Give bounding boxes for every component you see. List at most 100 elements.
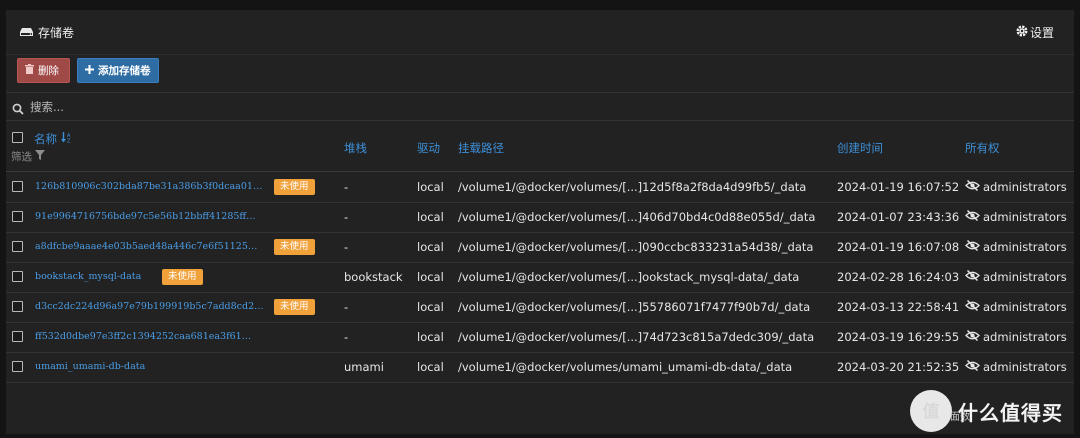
table-row: 126b810906c302bda87be31a386b3f0dcaa01… 未使… bbox=[6, 172, 1074, 203]
volume-name-link[interactable]: 126b810906c302bda87be31a386b3f0dcaa01… bbox=[35, 181, 262, 192]
owner-label: administrators bbox=[983, 300, 1067, 314]
cell-stack: - bbox=[344, 300, 349, 314]
column-created-header[interactable]: 创建时间 bbox=[837, 140, 883, 156]
delete-button[interactable]: 删除 bbox=[17, 58, 70, 83]
cell-owner: administrators bbox=[965, 269, 1067, 284]
settings-button[interactable]: 设置 bbox=[1016, 24, 1054, 41]
cell-mount: /volume1/@docker/volumes/[...]406d70bd4c… bbox=[458, 210, 816, 224]
row-checkbox[interactable] bbox=[12, 331, 23, 342]
cell-mount: /volume1/@docker/volumes/[...]12d5f8a2f8… bbox=[458, 180, 807, 194]
table-row: 91e9964716756bde97c5e56b12bbff41285ff… - l… bbox=[6, 202, 1074, 233]
cell-mount: /volume1/@docker/volumes/umami_umami-db-… bbox=[458, 360, 793, 374]
cell-created: 2024-03-19 16:29:55 bbox=[837, 330, 960, 344]
owner-label: administrators bbox=[983, 360, 1067, 374]
volume-name-link[interactable]: bookstack_mysql-data bbox=[35, 271, 141, 282]
cell-driver: local bbox=[417, 210, 444, 224]
eye-slash-icon bbox=[965, 269, 980, 284]
owner-label: administrators bbox=[983, 180, 1067, 194]
plus-icon bbox=[85, 64, 94, 77]
column-stack-header[interactable]: 堆栈 bbox=[344, 140, 367, 156]
cell-mount: /volume1/@docker/volumes/[...]ookstack_m… bbox=[458, 270, 800, 284]
svg-text:Z: Z bbox=[67, 139, 71, 144]
cell-stack: umami bbox=[344, 360, 384, 374]
watermark-text: 什么值得买 bbox=[958, 400, 1063, 425]
filter-button[interactable]: 筛选 bbox=[11, 149, 45, 164]
add-volume-label: 添加存储卷 bbox=[98, 65, 151, 77]
sort-alpha-icon: AZ bbox=[61, 132, 72, 146]
watermark: 值 什么值得买 bbox=[910, 384, 1080, 438]
eye-slash-icon bbox=[965, 329, 980, 344]
filter-icon bbox=[35, 150, 45, 163]
gear-icon bbox=[1016, 25, 1028, 40]
table-row: umami_umami-db-data umami local/volume1/@d… bbox=[6, 352, 1074, 383]
column-name-header[interactable]: 名称 AZ bbox=[34, 131, 72, 147]
row-checkbox[interactable] bbox=[12, 211, 23, 222]
eye-slash-icon bbox=[965, 239, 980, 254]
cell-created: 2024-03-20 21:52:35 bbox=[837, 360, 960, 374]
volume-name-link[interactable]: d3cc2dc224d96a97e79b199919b5c7add8cd2… bbox=[35, 301, 264, 312]
hdd-icon bbox=[20, 26, 33, 40]
cell-owner: administrators bbox=[965, 239, 1067, 254]
volume-name-link[interactable]: ff532d0dbe97e3ff2c1394252caa681ea3f61… bbox=[35, 331, 251, 342]
cell-created: 2024-01-19 16:07:52 bbox=[837, 180, 960, 194]
eye-slash-icon bbox=[965, 179, 980, 194]
column-mount-header[interactable]: 挂载路径 bbox=[458, 140, 504, 156]
row-checkbox[interactable] bbox=[12, 301, 23, 312]
unused-badge: 未使用 bbox=[274, 299, 315, 315]
page-title: 存储卷 bbox=[20, 24, 74, 41]
volume-name-link[interactable]: umami_umami-db-data bbox=[35, 361, 145, 372]
panel-header: 存储卷 设置 bbox=[6, 10, 1074, 55]
filter-label: 筛选 bbox=[11, 151, 32, 163]
cell-mount: /volume1/@docker/volumes/[...]74d723c815… bbox=[458, 330, 815, 344]
watermark-logo: 值 bbox=[910, 390, 952, 432]
table-row: d3cc2dc224d96a97e79b199919b5c7add8cd2… 未使… bbox=[6, 292, 1074, 323]
cell-owner: administrators bbox=[965, 329, 1067, 344]
cell-driver: local bbox=[417, 240, 444, 254]
cell-created: 2024-03-13 22:58:41 bbox=[837, 300, 960, 314]
add-volume-button[interactable]: 添加存储卷 bbox=[77, 58, 159, 83]
cell-stack: - bbox=[344, 210, 349, 224]
search-input[interactable] bbox=[28, 96, 632, 118]
unused-badge: 未使用 bbox=[274, 239, 315, 255]
svg-text:值: 值 bbox=[923, 401, 940, 422]
search-bar bbox=[6, 93, 1074, 121]
cell-owner: administrators bbox=[965, 209, 1067, 224]
cell-driver: local bbox=[417, 360, 444, 374]
cell-created: 2024-01-19 16:07:08 bbox=[837, 240, 960, 254]
row-checkbox[interactable] bbox=[12, 181, 23, 192]
table-row: bookstack_mysql-data 未使用 bookstack local/vo… bbox=[6, 262, 1074, 293]
cell-stack: bookstack bbox=[344, 270, 403, 284]
eye-slash-icon bbox=[965, 359, 980, 374]
volume-name-link[interactable]: 91e9964716756bde97c5e56b12bbff41285ff… bbox=[35, 211, 256, 222]
volume-name-link[interactable]: a8dfcbe9aaae4e03b5aed48a446c7e6f51125… bbox=[35, 241, 257, 252]
trash-icon bbox=[25, 64, 34, 77]
cell-stack: - bbox=[344, 240, 349, 254]
cell-driver: local bbox=[417, 180, 444, 194]
row-checkbox[interactable] bbox=[12, 241, 23, 252]
cell-owner: administrators bbox=[965, 179, 1067, 194]
owner-label: administrators bbox=[983, 330, 1067, 344]
table-header: 名称 AZ 筛选 堆栈 驱动 挂载路径 创建时间 所有权 bbox=[6, 121, 1074, 172]
search-icon bbox=[12, 100, 24, 119]
row-checkbox[interactable] bbox=[12, 361, 23, 372]
unused-badge: 未使用 bbox=[274, 179, 315, 195]
table-row: a8dfcbe9aaae4e03b5aed48a446c7e6f51125… 未使… bbox=[6, 232, 1074, 263]
cell-driver: local bbox=[417, 300, 444, 314]
owner-label: administrators bbox=[983, 240, 1067, 254]
column-owner-header[interactable]: 所有权 bbox=[965, 140, 1000, 156]
cell-mount: /volume1/@docker/volumes/[...]090ccbc833… bbox=[458, 240, 814, 254]
cell-owner: administrators bbox=[965, 299, 1067, 314]
column-driver-header[interactable]: 驱动 bbox=[417, 140, 440, 156]
owner-label: administrators bbox=[983, 270, 1067, 284]
cell-created: 2024-01-07 23:43:36 bbox=[837, 210, 960, 224]
eye-slash-icon bbox=[965, 209, 980, 224]
row-checkbox[interactable] bbox=[12, 271, 23, 282]
cell-owner: administrators bbox=[965, 359, 1067, 374]
select-all-checkbox[interactable] bbox=[12, 132, 23, 143]
table-row: ff532d0dbe97e3ff2c1394252caa681ea3f61… - l… bbox=[6, 322, 1074, 353]
cell-mount: /volume1/@docker/volumes/[...]55786071f7… bbox=[458, 300, 811, 314]
cell-stack: - bbox=[344, 330, 349, 344]
cell-stack: - bbox=[344, 180, 349, 194]
column-name-label: 名称 bbox=[34, 132, 57, 146]
eye-slash-icon bbox=[965, 299, 980, 314]
